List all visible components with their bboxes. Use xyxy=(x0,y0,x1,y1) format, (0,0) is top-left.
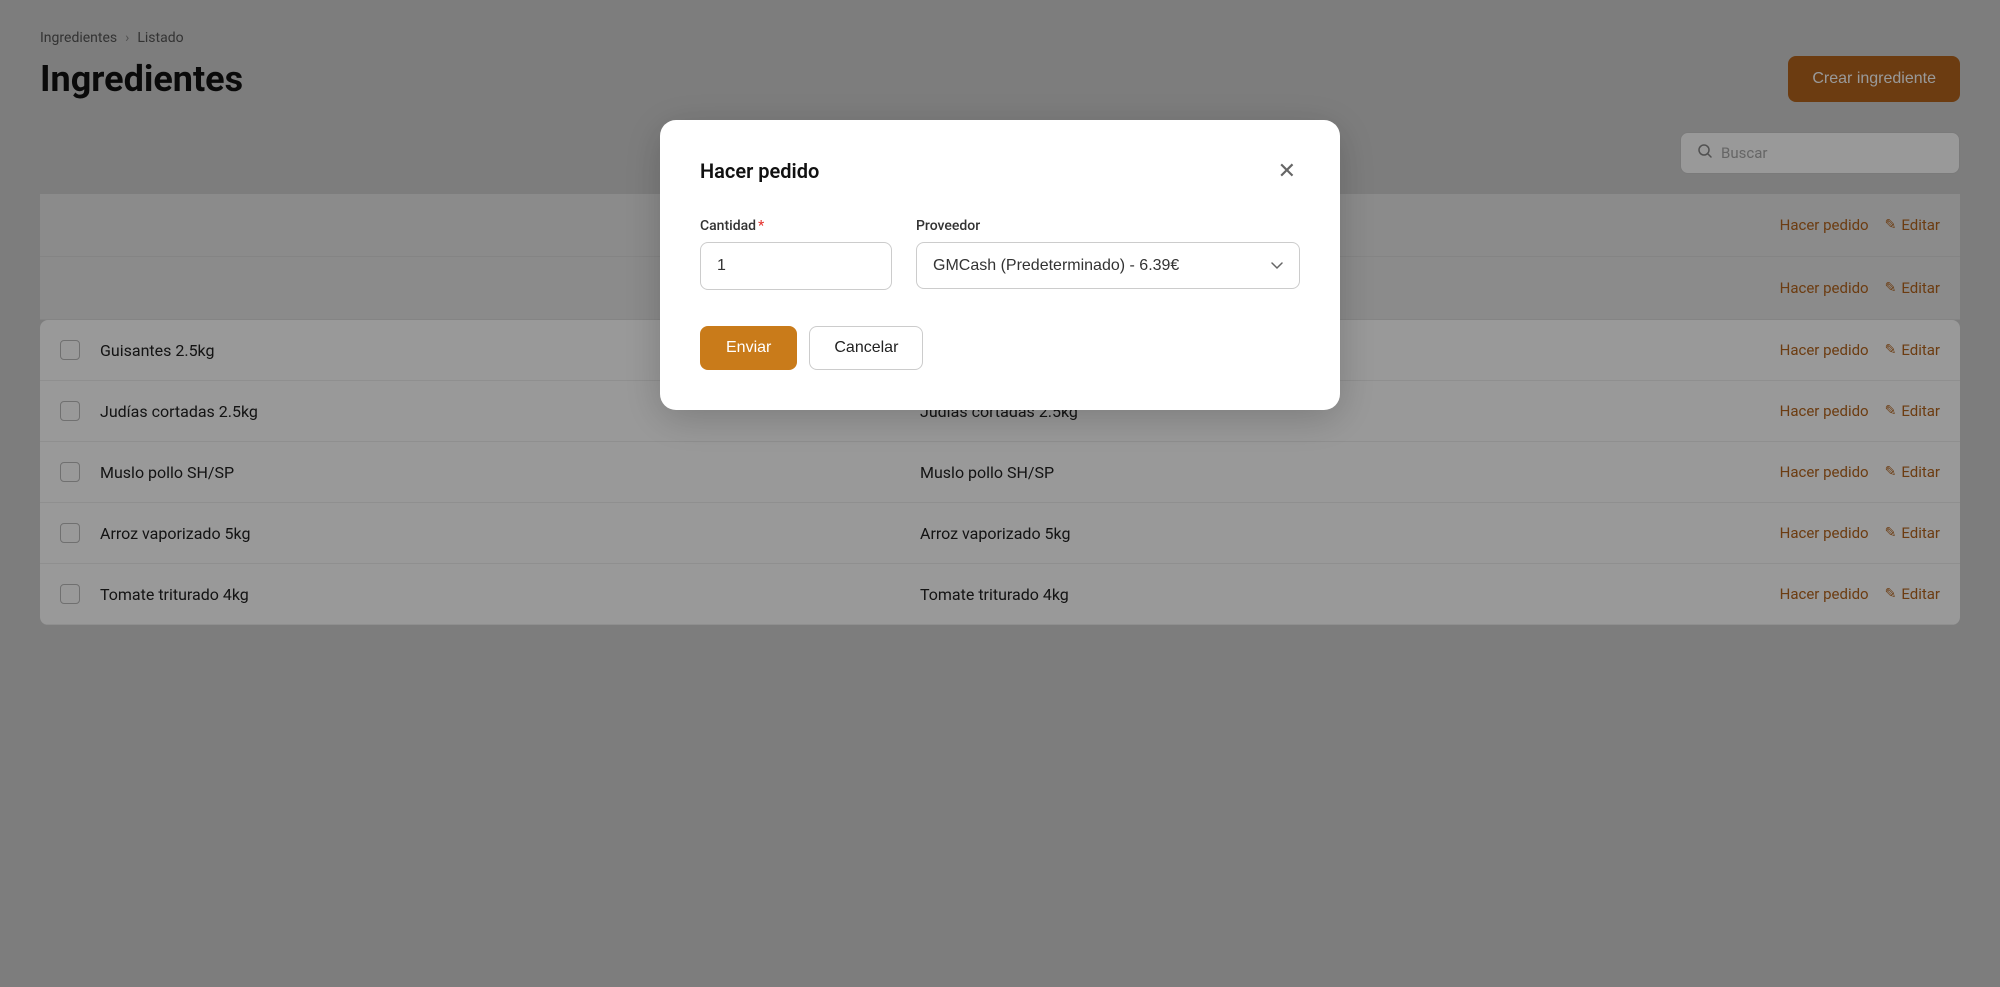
cancelar-button[interactable]: Cancelar xyxy=(809,326,923,370)
modal-header: Hacer pedido ✕ xyxy=(700,156,1300,186)
modal-overlay: Hacer pedido ✕ Cantidad* Proveedor GMCas… xyxy=(0,0,2000,987)
cantidad-input[interactable] xyxy=(700,242,892,290)
cantidad-label: Cantidad* xyxy=(700,218,892,234)
enviar-button[interactable]: Enviar xyxy=(700,326,797,370)
cantidad-field-group: Cantidad* xyxy=(700,218,892,290)
modal-close-button[interactable]: ✕ xyxy=(1274,156,1300,186)
proveedor-select[interactable]: GMCash (Predeterminado) - 6.39€ xyxy=(916,242,1300,289)
hacer-pedido-modal: Hacer pedido ✕ Cantidad* Proveedor GMCas… xyxy=(660,120,1340,410)
proveedor-label: Proveedor xyxy=(916,218,1300,234)
modal-title: Hacer pedido xyxy=(700,159,819,183)
proveedor-field-group: Proveedor GMCash (Predeterminado) - 6.39… xyxy=(916,218,1300,290)
modal-fields: Cantidad* Proveedor GMCash (Predetermina… xyxy=(700,218,1300,290)
modal-actions: Enviar Cancelar xyxy=(700,326,1300,370)
